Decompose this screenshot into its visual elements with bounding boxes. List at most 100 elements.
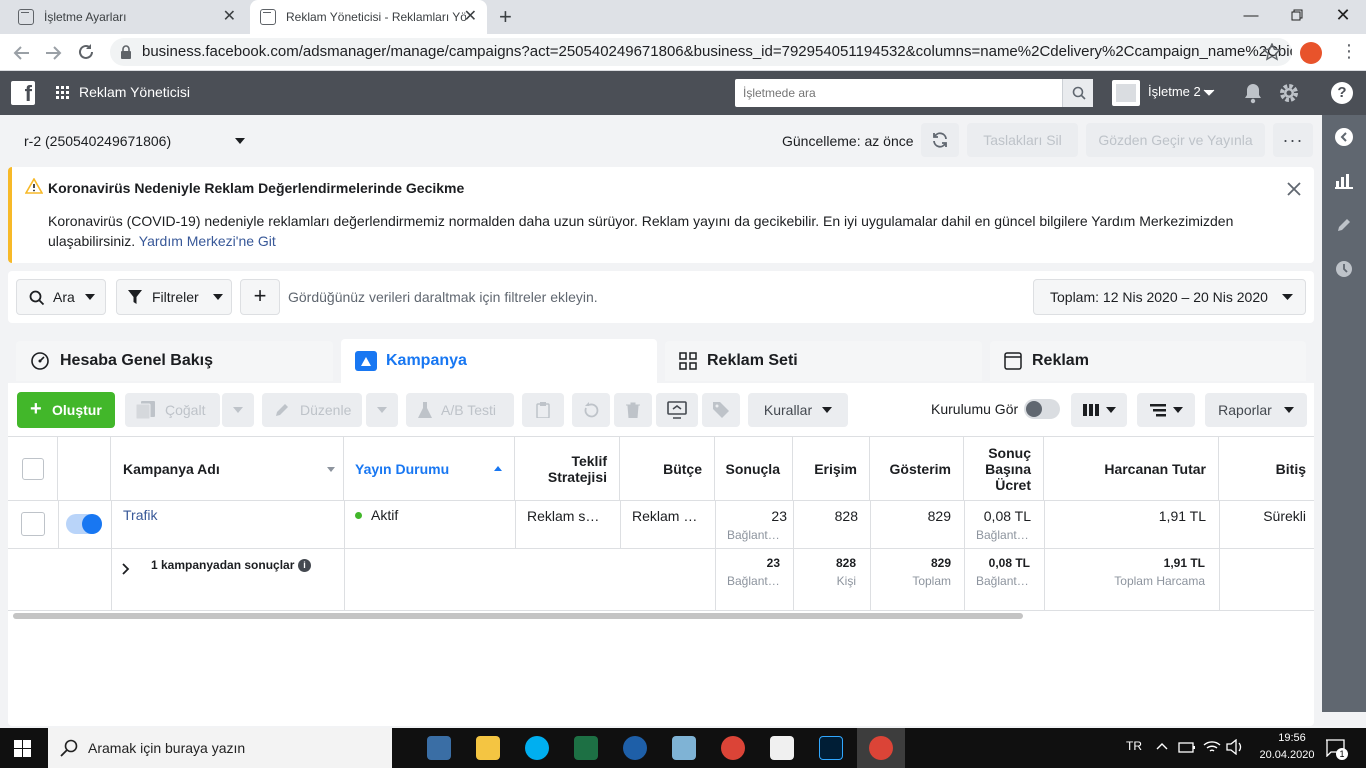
duplicate-button[interactable]: Çoğalt (125, 393, 220, 427)
skype-icon[interactable] (525, 736, 549, 760)
delete-button[interactable] (614, 393, 652, 427)
header-results[interactable]: Sonuçla (715, 437, 793, 501)
refresh-button[interactable] (921, 123, 959, 157)
close-tab-icon[interactable]: ✕ (223, 9, 236, 25)
app-icon-light-blue[interactable] (672, 736, 696, 760)
business-search-input[interactable] (735, 79, 1055, 107)
header-impressions[interactable]: Gösterim (870, 437, 964, 501)
browser-tab-business-settings[interactable]: İşletme Ayarları ✕ (8, 0, 246, 34)
app-icon-paint[interactable] (427, 736, 451, 760)
app-icon-document[interactable] (770, 736, 794, 760)
close-window-button[interactable]: ✕ (1320, 0, 1366, 30)
campaign-name-link[interactable]: Trafik (123, 507, 157, 523)
info-icon[interactable]: i (298, 559, 311, 572)
search-button[interactable] (1062, 79, 1093, 107)
facebook-logo-icon[interactable]: f (11, 81, 35, 105)
edit-button[interactable]: Düzenle (262, 393, 362, 427)
wifi-icon[interactable] (1203, 739, 1221, 755)
browser-menu-icon[interactable]: ⋮ (1340, 40, 1358, 62)
tab-ad-set[interactable]: Reklam Seti (665, 341, 982, 381)
input-language[interactable]: TR (1126, 739, 1142, 753)
export-button[interactable] (656, 393, 698, 427)
bar-chart-icon[interactable] (1335, 173, 1353, 189)
app-name[interactable]: Reklam Yöneticisi (79, 84, 190, 100)
rules-button[interactable]: Kurallar (748, 393, 848, 427)
create-button[interactable]: + Oluştur (17, 392, 115, 428)
file-explorer-icon[interactable] (476, 736, 500, 760)
header-budget[interactable]: Bütçe (620, 437, 715, 501)
browser-tab-ads-manager[interactable]: Reklam Yöneticisi - Reklamları Yö ✕ (250, 0, 487, 34)
chevron-down-icon[interactable] (1203, 89, 1215, 97)
address-bar[interactable]: business.facebook.com/adsmanager/manage/… (110, 38, 1292, 66)
tab-ad[interactable]: Reklam (990, 341, 1306, 381)
revert-button[interactable] (572, 393, 610, 427)
select-all-checkbox[interactable] (21, 458, 44, 480)
new-tab-button[interactable]: + (499, 6, 512, 28)
header-campaign-name[interactable]: Kampanya Adı (111, 437, 344, 501)
filters-button[interactable]: Filtreler (116, 279, 232, 315)
pencil-icon[interactable] (1336, 217, 1352, 233)
header-amount-spent[interactable]: Harcanan Tutar (1044, 437, 1219, 501)
back-icon[interactable] (13, 44, 31, 62)
columns-button[interactable] (1071, 393, 1127, 427)
bell-icon[interactable] (1243, 82, 1263, 104)
excel-icon[interactable] (574, 736, 598, 760)
duplicate-dropdown[interactable] (222, 393, 254, 427)
search-filter-button[interactable]: Ara (16, 279, 106, 315)
history-icon[interactable] (1335, 260, 1353, 278)
close-icon[interactable] (1287, 182, 1301, 196)
business-search[interactable] (735, 79, 1093, 107)
business-name[interactable]: İşletme 2 (1148, 84, 1201, 99)
minimize-button[interactable]: — (1228, 0, 1274, 30)
account-dropdown-icon[interactable] (234, 137, 246, 145)
tag-button[interactable] (702, 393, 740, 427)
header-bid-strategy[interactable]: Teklif Stratejisi (515, 437, 620, 501)
row-checkbox[interactable] (21, 512, 45, 536)
clock-date[interactable]: 20.04.2020 (1254, 749, 1320, 761)
extension-icon[interactable] (1300, 42, 1322, 64)
breakdown-button[interactable] (1137, 393, 1195, 427)
chrome-icon[interactable] (721, 736, 745, 760)
tab-account-overview[interactable]: Hesaba Genel Bakış (16, 341, 333, 381)
header-end[interactable]: Bitiş (1219, 437, 1314, 501)
close-tab-icon[interactable]: ✕ (464, 9, 477, 25)
filter-placeholder[interactable]: Gördüğünüz verileri daraltmak için filtr… (288, 289, 598, 305)
chevron-right-icon[interactable] (122, 563, 130, 575)
see-setup-toggle[interactable] (1024, 399, 1060, 419)
edit-dropdown[interactable] (366, 393, 398, 427)
photoshop-icon[interactable] (819, 736, 843, 760)
forward-icon[interactable] (44, 44, 62, 62)
apps-grid-icon[interactable] (56, 86, 70, 100)
chevron-up-icon[interactable] (1156, 742, 1168, 750)
gear-icon[interactable] (1278, 82, 1300, 104)
collapse-rail-icon[interactable] (1335, 128, 1353, 146)
app-icon-blue[interactable] (623, 736, 647, 760)
reload-icon[interactable] (77, 43, 95, 61)
maximize-button[interactable] (1274, 0, 1320, 30)
header-delivery[interactable]: Yayın Durumu (344, 437, 515, 501)
volume-icon[interactable] (1226, 739, 1244, 755)
taskbar-active-chrome[interactable] (857, 728, 905, 768)
business-avatar[interactable] (1112, 80, 1140, 106)
help-center-link[interactable]: Yardım Merkezi'ne Git (139, 233, 276, 249)
date-range-picker[interactable]: Toplam: 12 Nis 2020 – 20 Nis 2020 (1033, 279, 1306, 315)
battery-icon[interactable] (1178, 740, 1196, 754)
review-publish-button[interactable]: Gözden Geçir ve Yayınla (1086, 123, 1265, 157)
table-row[interactable]: Trafik Aktif Reklam s… Reklam … 23 Bağla… (8, 501, 1314, 549)
clock-time[interactable]: 19:56 (1267, 732, 1317, 744)
add-filter-button[interactable]: + (240, 279, 280, 315)
campaign-on-off-toggle[interactable] (66, 514, 102, 534)
discard-drafts-button[interactable]: Taslakları Sil (967, 123, 1078, 157)
help-icon[interactable]: ? (1331, 82, 1353, 104)
header-cost-per-result[interactable]: Sonuç Başına Ücret (964, 437, 1044, 501)
horizontal-scrollbar[interactable] (13, 613, 1023, 619)
clipboard-button[interactable] (522, 393, 564, 427)
more-options-button[interactable]: ··· (1273, 123, 1313, 157)
header-reach[interactable]: Erişim (793, 437, 870, 501)
windows-start-icon[interactable] (14, 740, 31, 757)
reports-button[interactable]: Raporlar (1205, 393, 1307, 427)
tab-campaign[interactable]: Kampanya (341, 339, 657, 383)
bookmark-star-icon[interactable] (1263, 43, 1281, 61)
account-selector[interactable]: r-2 (250540249671806) (24, 133, 171, 149)
taskbar-search-box[interactable]: Aramak için buraya yazın (48, 728, 392, 768)
